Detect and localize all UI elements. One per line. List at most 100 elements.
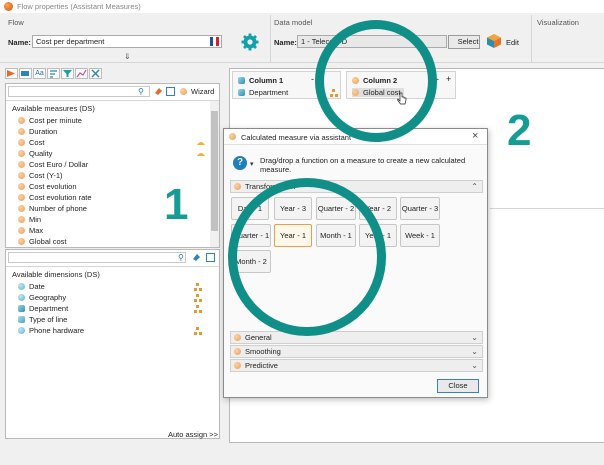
cube-icon[interactable]: [486, 33, 502, 49]
measure-icon: [18, 227, 25, 234]
list-item[interactable]: Department: [18, 303, 68, 314]
list-item[interactable]: Cost per minute: [18, 115, 82, 126]
measure-icon: [18, 161, 25, 168]
list-item[interactable]: Max: [18, 225, 43, 236]
divider: [531, 15, 532, 62]
help-icon[interactable]: ?: [233, 156, 247, 170]
measures-tab-icon[interactable]: [5, 68, 18, 79]
auto-assign-button[interactable]: Auto assign >>: [168, 430, 218, 439]
hat-icon: [196, 150, 206, 156]
dimension-icon: [18, 316, 25, 323]
text-tab-icon[interactable]: Aa: [33, 68, 46, 79]
list-item[interactable]: Cost: [18, 137, 44, 148]
list-item[interactable]: Min: [18, 214, 41, 225]
measure-icon: [18, 205, 25, 212]
tools-tab-icon[interactable]: [89, 68, 102, 79]
section-general[interactable]: General ⌄: [230, 331, 483, 344]
sort-tab-icon[interactable]: [47, 68, 60, 79]
measure-icon: [18, 216, 25, 223]
measure-icon: [18, 183, 25, 190]
dimensions-panel: ⚲ Available dimensions (DS) Date Geograp…: [5, 249, 220, 439]
list-item[interactable]: Geography: [18, 292, 66, 303]
view-toggle-icon[interactable]: [166, 87, 175, 96]
dimension-icon: [18, 283, 25, 290]
list-item[interactable]: Cost (Y-1): [18, 170, 62, 181]
collapse-chevron-icon[interactable]: ⇓: [124, 52, 131, 61]
measures-search-input[interactable]: [8, 86, 150, 97]
search-icon[interactable]: ⚲: [138, 87, 144, 96]
flow-section-label: Flow: [8, 18, 24, 27]
section-icon: [234, 334, 241, 341]
gear-icon[interactable]: [241, 33, 259, 51]
expand-chevron-icon[interactable]: ⌄: [471, 332, 478, 343]
measure-icon: [18, 117, 25, 124]
scrollbar-thumb[interactable]: [211, 111, 218, 231]
column-2-add[interactable]: +: [446, 74, 451, 84]
hierarchy-icon: [194, 327, 202, 335]
expand-chevron-icon[interactable]: ⌄: [471, 360, 478, 371]
list-item[interactable]: Number of phone: [18, 203, 87, 214]
list-item[interactable]: Cost evolution rate: [18, 192, 92, 203]
eraser-icon[interactable]: [154, 87, 163, 96]
list-item[interactable]: Phone hardware: [18, 325, 84, 336]
section-predictive[interactable]: Predictive ⌄: [230, 359, 483, 372]
view-toggle-icon[interactable]: [206, 253, 215, 262]
divider: [6, 266, 219, 267]
list-item[interactable]: Cost Euro / Dollar: [18, 159, 88, 170]
divider: [270, 15, 271, 62]
close-icon[interactable]: ×: [472, 130, 478, 142]
select-button[interactable]: Select: [448, 35, 480, 49]
dimensions-header: Available dimensions (DS): [12, 270, 100, 279]
hierarchy-icon: [194, 305, 202, 313]
dimensions-search-input[interactable]: [8, 252, 186, 263]
search-icon[interactable]: ⚲: [178, 253, 184, 262]
dimension-icon: [238, 89, 245, 96]
section-icon: [234, 348, 241, 355]
hierarchy-icon: [194, 294, 202, 302]
data-model-name-label: Name:: [274, 38, 297, 47]
wizard-button[interactable]: Wizard: [180, 87, 214, 96]
filter-tab-icon[interactable]: [61, 68, 74, 79]
data-model-section-label: Data model: [274, 18, 313, 27]
graph-tab-icon[interactable]: [75, 68, 88, 79]
collapse-chevron-icon[interactable]: ⌃: [471, 181, 478, 192]
select-button-label: Select: [457, 37, 479, 46]
window-title: Flow properties (Assistant Measures): [17, 2, 141, 11]
dimension-icon: [18, 294, 25, 301]
column-1-remove[interactable]: -: [311, 74, 314, 84]
visualization-section-label: Visualization: [537, 18, 579, 27]
close-button[interactable]: Close: [437, 379, 479, 393]
dialog-app-icon: [229, 133, 236, 140]
list-item[interactable]: Duration: [18, 126, 57, 137]
section-icon: [234, 362, 241, 369]
function-button[interactable]: Quarter - 3: [400, 197, 440, 220]
section-smoothing[interactable]: Smoothing ⌄: [230, 345, 483, 358]
list-item[interactable]: Cost evolution: [18, 181, 77, 192]
dialog-help-text: Drag/drop a function on a measure to cre…: [260, 156, 466, 174]
flow-name-input[interactable]: Cost per department: [32, 35, 222, 48]
hierarchy-icon: [194, 283, 202, 291]
app-icon: [4, 2, 13, 11]
list-item[interactable]: Quality: [18, 148, 52, 159]
chevron-down-icon[interactable]: ▾: [250, 160, 254, 168]
measures-scrollbar[interactable]: [210, 101, 219, 247]
dimension-icon: [18, 327, 25, 334]
divider: [490, 208, 604, 209]
wizard-icon: [180, 88, 187, 95]
column-1-item[interactable]: Department: [238, 88, 288, 97]
list-item[interactable]: Global cost: [18, 236, 67, 247]
measure-icon: [18, 128, 25, 135]
dimension-icon: [18, 305, 25, 312]
window-titlebar: Flow properties (Assistant Measures): [0, 0, 604, 13]
list-item[interactable]: Type of line: [18, 314, 67, 325]
hat-icon: [196, 139, 206, 145]
expand-chevron-icon[interactable]: ⌄: [471, 346, 478, 357]
chart-tab-icon[interactable]: [19, 68, 32, 79]
measure-icon: [18, 150, 25, 157]
measure-icon: [18, 172, 25, 179]
list-item[interactable]: Date: [18, 281, 45, 292]
eraser-icon[interactable]: [192, 253, 201, 262]
function-button[interactable]: Week - 1: [400, 224, 440, 247]
flag-icon[interactable]: [210, 37, 219, 46]
edit-button-label[interactable]: Edit: [506, 38, 519, 47]
